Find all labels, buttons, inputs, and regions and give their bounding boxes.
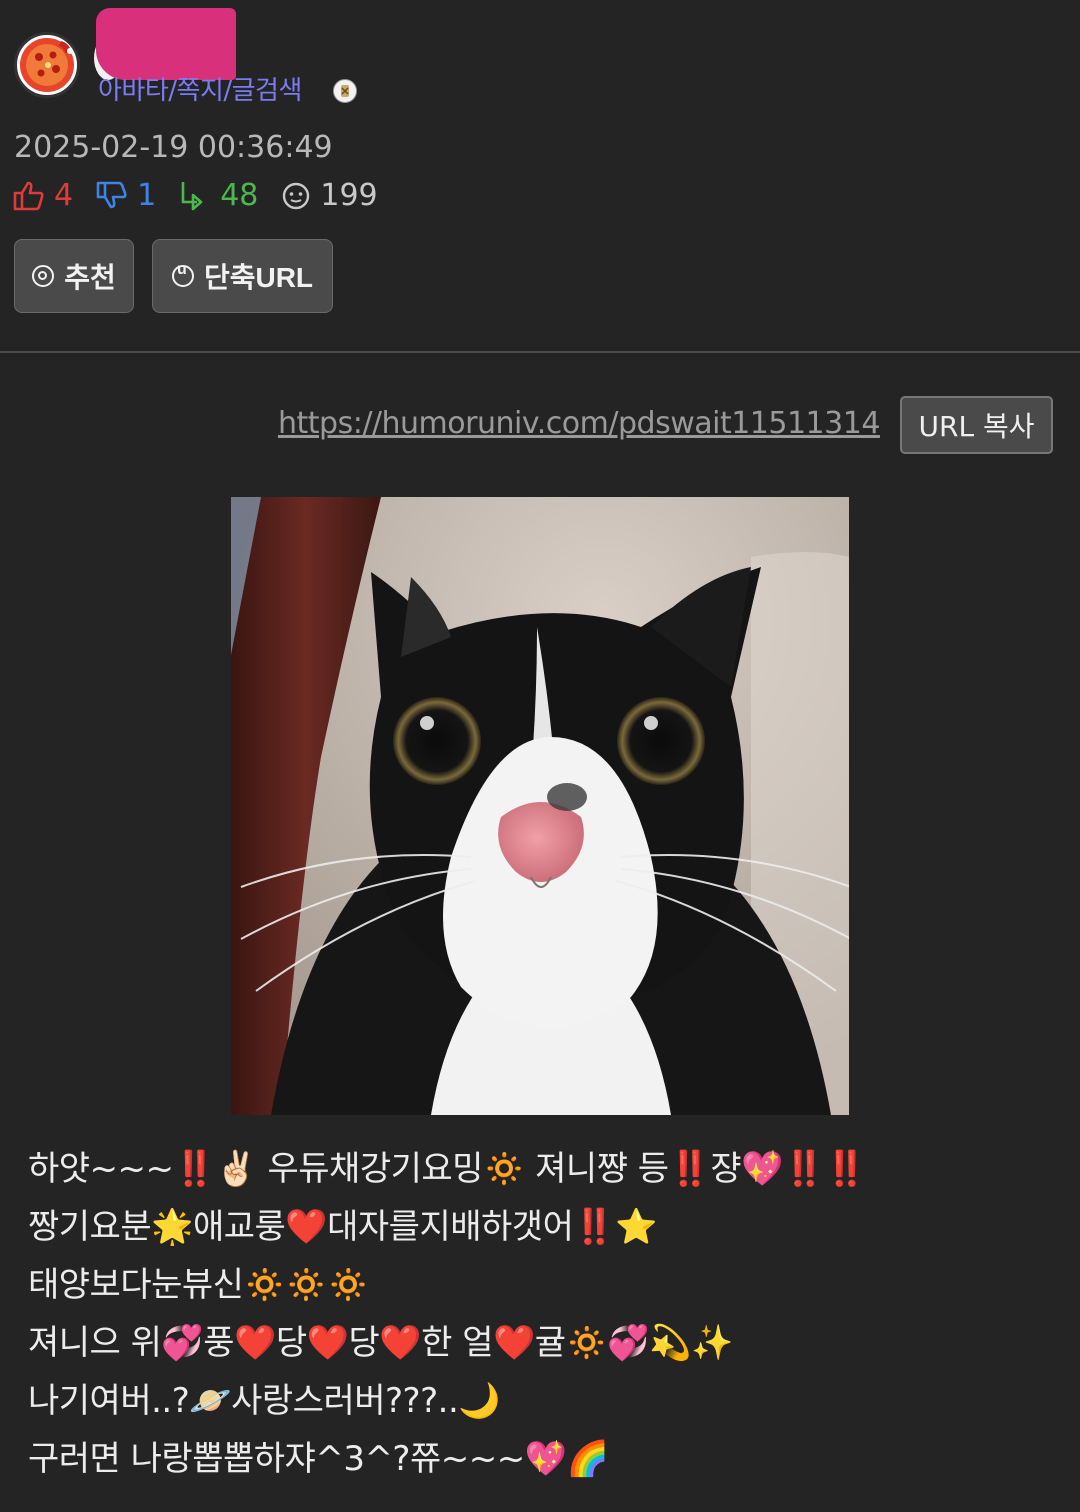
upvote-count: 4 xyxy=(54,178,74,213)
reply-count: 48 xyxy=(220,178,259,213)
downvote-stat: 1 xyxy=(95,178,156,213)
view-count: 199 xyxy=(320,178,378,213)
avatar[interactable] xyxy=(14,32,80,98)
post-datetime: 2025-02-19 00:36:49 xyxy=(14,130,333,165)
short-url-label: 단축URL xyxy=(203,262,314,293)
post-line: 져니으 위💞풍❤️당❤️당❤️한 얼❤️귤🔅💞💫✨ xyxy=(28,1323,733,1363)
avatar-icon xyxy=(20,38,74,92)
upvote-stat: 4 xyxy=(12,178,73,213)
recommend-button[interactable]: 추천 xyxy=(14,239,134,313)
post-line: 나기여버..?🪐사랑스러버???..🌙 xyxy=(28,1381,501,1421)
post-short-url-link[interactable]: https://humoruniv.com/pdswait11511314 xyxy=(278,406,880,441)
post-page: 아바타/쪽지/글검색 2025-02-19 00:36:49 4 1 48 19… xyxy=(0,0,1080,1512)
post-line: 하얏~~~‼️✌🏻 우듀채강기요밍🔅 져니쨩 등‼️쟝💖‼️‼️ xyxy=(28,1149,867,1189)
member-badge-icon xyxy=(333,79,357,103)
short-url-icon xyxy=(171,261,194,287)
thumbs-down-icon xyxy=(96,181,127,208)
cat-photo xyxy=(231,497,849,1115)
section-divider xyxy=(0,351,1080,353)
copy-url-button[interactable]: URL 복사 xyxy=(900,396,1053,454)
downvote-count: 1 xyxy=(137,178,157,213)
view-stat: 199 xyxy=(280,178,378,213)
reply-arrow-icon xyxy=(181,181,203,210)
thumbs-up-icon xyxy=(13,181,44,210)
post-line: 구러면 나랑뽑뽑하쟈^3^?쮸~~~💖🌈 xyxy=(28,1439,609,1479)
post-line: 짱기요분🌟애교룽❤️대자를지배하갯어‼️⭐ xyxy=(28,1207,658,1247)
avatar-message-search-link[interactable]: 아바타/쪽지/글검색 xyxy=(98,70,302,107)
recommend-icon xyxy=(32,265,55,287)
view-face-icon xyxy=(283,182,310,209)
recommend-label: 추천 xyxy=(64,262,116,293)
post-line: 태양보다눈뷰신🔅🔅🔅 xyxy=(28,1265,369,1305)
reply-stat: 48 xyxy=(178,178,258,213)
post-body: 하얏~~~‼️✌🏻 우듀채강기요밍🔅 져니쨩 등‼️쟝💖‼️‼️ 짱기요분🌟애교… xyxy=(28,1140,1058,1488)
post-stats: 4 1 48 199 xyxy=(12,178,400,213)
short-url-button[interactable]: 단축URL xyxy=(152,239,333,313)
